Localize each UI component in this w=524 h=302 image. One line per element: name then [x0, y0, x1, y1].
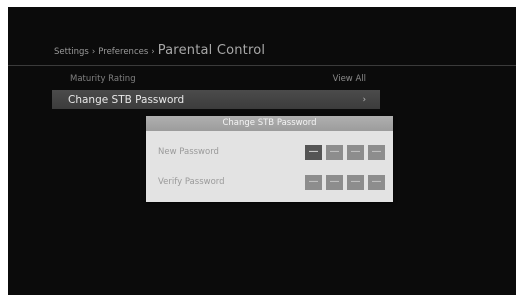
- dialog-title: Change STB Password: [146, 116, 393, 131]
- verify-password-label: Verify Password: [158, 177, 225, 187]
- page-title: Parental Control: [157, 43, 266, 58]
- menu-item-change-stb-password[interactable]: Change STB Password ›: [52, 90, 380, 109]
- new-password-digit-1[interactable]: —: [305, 144, 322, 160]
- breadcrumb-settings[interactable]: Settings: [54, 47, 89, 57]
- menu-item-label: Change STB Password: [68, 93, 185, 106]
- new-password-digit-3[interactable]: —: [347, 144, 364, 160]
- menu-item-maturity-rating[interactable]: Maturity Rating View All: [52, 70, 380, 87]
- verify-password-digit-2[interactable]: —: [326, 174, 343, 190]
- new-password-pin: — — — —: [305, 144, 385, 160]
- header-divider: [8, 65, 516, 66]
- verify-password-pin: — — — —: [305, 174, 385, 190]
- breadcrumb-preferences[interactable]: Preferences: [98, 47, 148, 57]
- new-password-field: New Password — — — —: [158, 143, 385, 161]
- menu-item-label: Maturity Rating: [70, 73, 136, 84]
- breadcrumb-separator: ›: [151, 47, 155, 57]
- breadcrumb-separator: ›: [91, 47, 96, 57]
- tv-screen: Settings › Preferences › Parental Contro…: [8, 7, 516, 295]
- new-password-digit-4[interactable]: —: [368, 144, 385, 160]
- new-password-label: New Password: [158, 147, 219, 157]
- new-password-digit-2[interactable]: —: [326, 144, 343, 160]
- verify-password-digit-4[interactable]: —: [368, 174, 385, 190]
- verify-password-digit-1[interactable]: —: [305, 174, 322, 190]
- verify-password-digit-3[interactable]: —: [347, 174, 364, 190]
- chevron-right-icon: ›: [362, 94, 366, 105]
- verify-password-field: Verify Password — — — —: [158, 173, 385, 191]
- change-password-dialog: Change STB Password New Password — — — —…: [146, 116, 393, 202]
- menu-item-value: View All: [332, 73, 366, 84]
- breadcrumb: Settings › Preferences › Parental Contro…: [54, 43, 265, 63]
